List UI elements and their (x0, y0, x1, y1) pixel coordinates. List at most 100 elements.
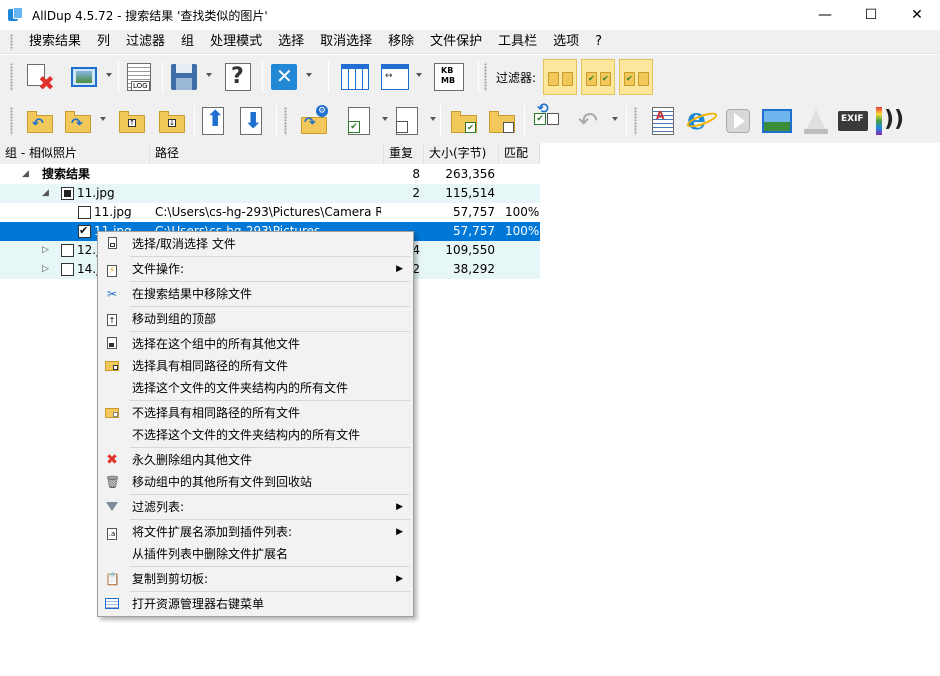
menu-filter[interactable]: 过滤器 (118, 30, 173, 54)
filter-checked-button[interactable]: ✔ ✔ (581, 59, 615, 95)
ctx-add-extension-to-plugin[interactable]: .a 将文件扩展名添加到插件列表: ▶ (98, 521, 413, 543)
menu-select[interactable]: 选择 (270, 30, 312, 54)
ctx-open-explorer-menu[interactable]: 打开资源管理器右键菜单 (98, 593, 413, 615)
column-duplicates[interactable]: 重复 (384, 143, 424, 164)
undo-dropdown-arrow[interactable] (612, 117, 618, 121)
file-checkbox-checked[interactable] (78, 224, 91, 238)
help-button[interactable]: ? (222, 61, 254, 93)
menu-process-mode[interactable]: 处理模式 (202, 30, 270, 54)
menu-search-results[interactable]: 搜索结果 (21, 30, 89, 54)
ctx-deselect-same-path[interactable]: 不选择具有相同路径的所有文件 (98, 402, 413, 424)
expand-icon[interactable]: ▷ (42, 241, 49, 260)
column-size[interactable]: 大小(字节) (424, 143, 499, 164)
filter-mixed-button[interactable]: ✔ (619, 59, 653, 95)
ctx-move-to-top[interactable]: ↑ 移动到组的顶部 (98, 308, 413, 330)
preview-image-button[interactable] (68, 61, 100, 93)
folder-uncheck-button[interactable] (486, 105, 518, 137)
menu-toolbar[interactable]: 工具栏 (490, 30, 545, 54)
ctx-toggle-select-file[interactable]: 选择/取消选择 文件 (98, 233, 413, 255)
file-checkbox[interactable] (78, 206, 91, 219)
swap-selection-button[interactable]: ✔ ⟲ (530, 101, 562, 137)
internet-explorer-icon[interactable]: e (685, 105, 719, 137)
folder-up-button[interactable]: ↑ (116, 105, 148, 137)
folder-forward-dropdown-arrow[interactable] (100, 117, 106, 121)
move-up-button[interactable]: ⬆ (198, 105, 230, 137)
column-group[interactable]: 组 - 相似照片 (0, 143, 150, 164)
extension-icon: .a (107, 528, 117, 540)
submenu-arrow-icon: ▶ (396, 574, 403, 584)
group-size: 115,514 (445, 186, 495, 200)
file-size: 57,757 (453, 205, 495, 219)
tree-row-group[interactable]: ◢ 11.jpg 2 115,514 (0, 184, 540, 203)
folder-forward-button[interactable]: ↷ (62, 105, 94, 137)
tree-row-root[interactable]: ◢ 搜索结果 8 263,356 (0, 165, 540, 184)
maximize-button[interactable]: ☐ (848, 0, 894, 30)
tree-row-file[interactable]: 11.jpg C:\Users\cs-hg-293\Pictures\Camer… (0, 203, 540, 222)
toolbar-grip[interactable] (10, 63, 13, 91)
ctx-delete-others-permanently[interactable]: ✖ 永久删除组内其他文件 (98, 449, 413, 471)
context-menu: 选择/取消选择 文件 ⚡ 文件操作: ▶ ✂ 在搜索结果中移除文件 ↑ 移动到组… (97, 231, 414, 617)
folder-down-button[interactable]: ↓ (156, 105, 188, 137)
expand-icon[interactable]: ▷ (42, 260, 49, 279)
vlc-player-button[interactable] (800, 105, 832, 137)
group-size: 38,292 (453, 262, 495, 276)
ctx-deselect-folder-structure[interactable]: 不选择这个文件的文件夹结构内的所有文件 (98, 424, 413, 446)
folder-back-button[interactable]: ↶ (24, 105, 56, 137)
close-button[interactable]: ✕ (894, 0, 940, 30)
ctx-copy-to-clipboard[interactable]: 📋 复制到剪切板: ▶ (98, 568, 413, 590)
move-down-button[interactable]: ⬇ (236, 105, 268, 137)
column-dropdown-arrow[interactable] (416, 73, 422, 77)
log-button[interactable]: LOG (124, 61, 156, 93)
media-player-button[interactable] (722, 105, 754, 137)
move-settings-button[interactable]: ↷ ⚙ (298, 105, 330, 137)
menubar-grip[interactable] (10, 33, 13, 50)
preview-dropdown-arrow[interactable] (106, 73, 112, 77)
group-checkbox[interactable] (61, 244, 74, 257)
check-file-button[interactable]: ✔ (344, 105, 376, 137)
minimize-button[interactable]: — (802, 0, 848, 30)
close-dropdown-arrow[interactable] (306, 73, 312, 77)
toolbar2-grip[interactable] (10, 107, 13, 135)
menu-deselect[interactable]: 取消选择 (312, 30, 380, 54)
exif-viewer-button[interactable]: EXIF (836, 105, 868, 137)
move-top-icon: ↑ (107, 314, 117, 326)
menu-columns[interactable]: 列 (89, 30, 118, 54)
save-dropdown-arrow[interactable] (206, 73, 212, 77)
filter-all-button[interactable] (543, 59, 577, 95)
ctx-remove-from-results[interactable]: ✂ 在搜索结果中移除文件 (98, 283, 413, 305)
check-dropdown-arrow[interactable] (382, 117, 388, 121)
ctx-move-others-to-recycle-bin[interactable]: 🗑 移动组中的其他所有文件到回收站 (98, 471, 413, 493)
column-match[interactable]: 匹配 (499, 143, 540, 164)
menu-file-protection[interactable]: 文件保护 (422, 30, 490, 54)
menu-remove[interactable]: 移除 (380, 30, 422, 54)
save-button[interactable] (168, 61, 200, 93)
collapse-icon[interactable]: ◢ (42, 184, 49, 203)
ctx-remove-extension-from-plugin[interactable]: 从插件列表中删除文件扩展名 (98, 543, 413, 565)
uncheck-dropdown-arrow[interactable] (430, 117, 436, 121)
group-checkbox[interactable] (61, 187, 74, 200)
column-width-button[interactable]: ↔ (378, 61, 410, 93)
ctx-file-operations[interactable]: ⚡ 文件操作: ▶ (98, 258, 413, 280)
undo-button[interactable]: ↶ (574, 105, 606, 137)
folder-check-button[interactable]: ✔ (448, 105, 480, 137)
columns-view-button[interactable] (338, 61, 370, 93)
menu-group[interactable]: 组 (173, 30, 202, 54)
uncheck-file-button[interactable] (392, 105, 424, 137)
help-glyph: ? (231, 64, 244, 89)
ctx-select-same-path[interactable]: 选择具有相同路径的所有文件 (98, 355, 413, 377)
delete-files-button[interactable]: ✖ (24, 61, 56, 93)
ctx-select-folder-structure[interactable]: 选择这个文件的文件夹结构内的所有文件 (98, 377, 413, 399)
collapse-icon[interactable]: ◢ (22, 165, 29, 184)
size-units-button[interactable]: KB MB (432, 61, 464, 93)
text-viewer-button[interactable]: A (648, 105, 680, 137)
group-checkbox[interactable] (61, 263, 74, 276)
close-results-button[interactable]: ✕ (268, 61, 300, 93)
menu-options[interactable]: 选项 (545, 30, 587, 54)
menu-help[interactable]: ? (587, 30, 610, 54)
audio-player-button[interactable]: )) (874, 105, 906, 137)
ctx-filter-list[interactable]: 过滤列表: ▶ (98, 496, 413, 518)
column-path[interactable]: 路径 (150, 143, 384, 164)
submenu-arrow-icon: ▶ (396, 527, 403, 537)
ctx-select-others-in-group[interactable]: 选择在这个组中的所有其他文件 (98, 333, 413, 355)
image-viewer-button[interactable] (760, 105, 792, 137)
